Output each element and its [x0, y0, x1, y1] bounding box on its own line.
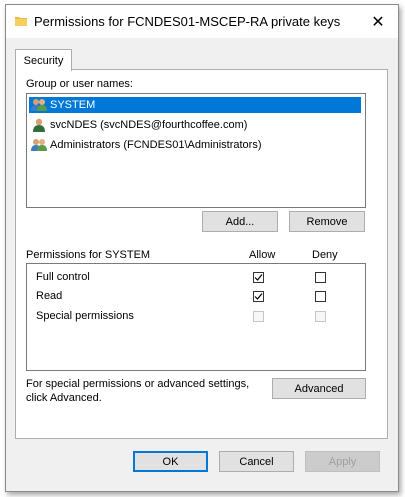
permissions-for-label: Permissions for SYSTEM	[26, 249, 151, 261]
permission-name: Special permissions	[36, 310, 134, 322]
add-button[interactable]: Add...	[202, 211, 278, 232]
allow-full-control-checkbox[interactable]	[253, 272, 264, 283]
advanced-help-text-line1: For special permissions or advanced sett…	[26, 378, 250, 390]
group-user-list[interactable]: SYSTEM svcNDES (svcNDES@fourthcoffee.com…	[26, 93, 366, 208]
apply-button-label: Apply	[328, 455, 357, 468]
allow-special-permissions-checkbox	[253, 311, 264, 322]
dialog-button-bar: OK Cancel Apply	[6, 445, 398, 491]
remove-button[interactable]: Remove	[289, 211, 365, 232]
list-item-svcndes[interactable]: svcNDES (svcNDES@fourthcoffee.com)	[29, 117, 361, 133]
permission-name: Full control	[36, 271, 90, 283]
folder-icon	[15, 15, 27, 27]
close-button[interactable]: ✕	[358, 5, 398, 38]
close-icon: ✕	[371, 13, 385, 31]
advanced-button[interactable]: Advanced	[272, 378, 366, 399]
list-item-label: svcNDES (svcNDES@fourthcoffee.com)	[50, 119, 248, 131]
list-item-label: Administrators (FCNDES01\Administrators)	[50, 139, 262, 151]
deny-full-control-checkbox[interactable]	[315, 272, 326, 283]
deny-read-checkbox[interactable]	[315, 291, 326, 302]
group-or-user-names-label: Group or user names:	[26, 78, 133, 90]
ok-button-label: OK	[162, 455, 179, 468]
tab-security[interactable]: Security	[15, 49, 72, 71]
list-item-system[interactable]: SYSTEM	[29, 97, 361, 113]
apply-button[interactable]: Apply	[305, 451, 380, 472]
permission-name: Read	[36, 290, 63, 302]
users-icon	[31, 99, 47, 111]
advanced-button-label: Advanced	[294, 382, 344, 395]
permissions-dialog: Permissions for FCNDES01-MSCEP-RA privat…	[5, 4, 399, 492]
users-icon	[31, 139, 47, 151]
cancel-button-label: Cancel	[239, 455, 274, 468]
remove-button-label: Remove	[306, 215, 348, 228]
list-item-label: SYSTEM	[50, 99, 96, 111]
window-title: Permissions for FCNDES01-MSCEP-RA privat…	[34, 14, 341, 29]
permissions-list: Full control Read Special permissions	[26, 263, 366, 371]
deny-special-permissions-checkbox	[315, 311, 326, 322]
tab-security-label: Security	[23, 54, 64, 67]
list-item-administrators[interactable]: Administrators (FCNDES01\Administrators)	[29, 137, 361, 153]
allow-read-checkbox[interactable]	[253, 291, 264, 302]
add-button-label: Add...	[225, 215, 255, 228]
checkmark-icon	[254, 274, 263, 281]
cancel-button[interactable]: Cancel	[219, 451, 294, 472]
checkmark-icon	[254, 293, 263, 300]
allow-column-header: Allow	[249, 249, 276, 261]
deny-column-header: Deny	[312, 249, 338, 261]
title-bar: Permissions for FCNDES01-MSCEP-RA privat…	[6, 5, 398, 38]
user-icon	[33, 118, 45, 132]
advanced-help-text-line2: click Advanced.	[26, 392, 102, 404]
ok-button[interactable]: OK	[133, 451, 208, 472]
